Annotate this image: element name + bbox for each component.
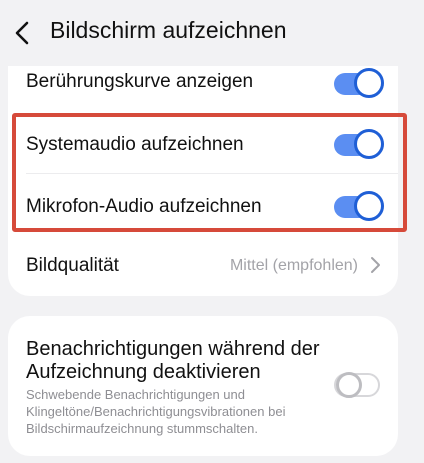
chevron-right-icon — [371, 257, 380, 273]
toggle-knob — [336, 372, 362, 398]
highlight-box — [12, 113, 407, 232]
toggle-knob — [354, 68, 384, 98]
touch-curve-label: Berührungskurve anzeigen — [26, 71, 254, 92]
touch-curve-row[interactable]: Berührungskurve anzeigen — [8, 66, 398, 104]
touch-curve-toggle[interactable] — [334, 68, 384, 98]
page-title: Bildschirm aufzeichnen — [50, 17, 287, 43]
video-quality-row[interactable]: Bildqualität Mittel (empfohlen) — [8, 236, 398, 296]
video-quality-value: Mittel (empfohlen) — [229, 257, 358, 274]
notifications-description: Schwebende Benachrichtigungen und Klinge… — [26, 387, 286, 436]
notifications-title: Benachrichtigungen während der Aufzeichn… — [26, 338, 320, 383]
back-arrow-icon[interactable] — [10, 18, 36, 48]
header-bar: Bildschirm aufzeichnen — [0, 0, 424, 66]
notifications-card[interactable]: Benachrichtigungen während der Aufzeichn… — [8, 316, 398, 456]
notifications-toggle[interactable] — [334, 372, 380, 398]
video-quality-label: Bildqualität — [26, 255, 119, 276]
